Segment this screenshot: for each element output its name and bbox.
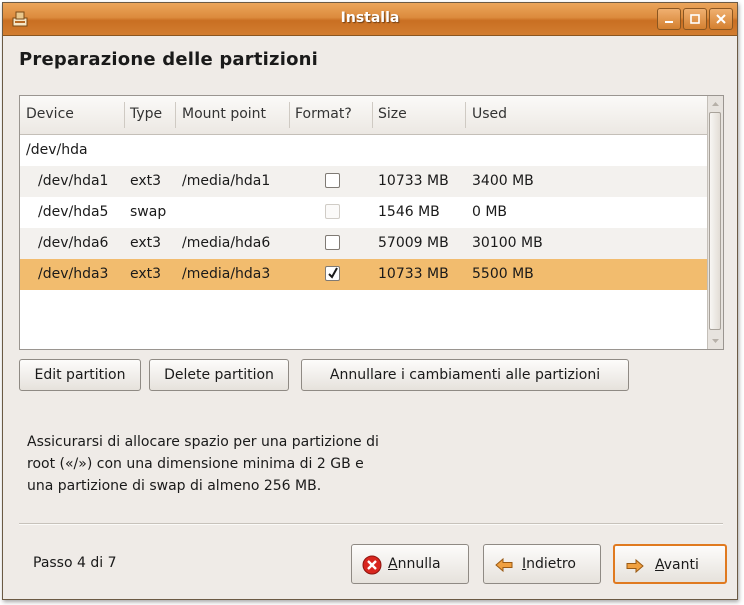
edit-partition-button[interactable]: Edit partition xyxy=(19,359,141,391)
cell-type: ext3 xyxy=(130,173,162,189)
cell-device: /dev/hda6 xyxy=(38,235,109,251)
cell-device: /dev/hda3 xyxy=(38,266,109,282)
close-icon xyxy=(716,14,726,24)
next-button[interactable]: Avanti xyxy=(613,544,727,584)
table-row[interactable]: /dev/hda6 ext3 /media/hda6 57009 MB 3010… xyxy=(20,228,710,259)
column-header-used[interactable]: Used xyxy=(472,106,507,122)
column-header-mount-point[interactable]: Mount point xyxy=(182,106,266,122)
note-line: una partizione di swap di almeno 256 MB. xyxy=(27,478,322,494)
column-header-size[interactable]: Size xyxy=(378,106,407,122)
page-title: Preparazione delle partizioni xyxy=(19,49,319,70)
cell-mount-point: /media/hda3 xyxy=(182,266,271,282)
note-line: root («/») con una dimensione minima di … xyxy=(27,456,364,472)
delete-partition-button[interactable]: Delete partition xyxy=(149,359,289,391)
cell-device: /dev/hda5 xyxy=(38,204,109,220)
arrow-right-icon xyxy=(625,556,645,576)
table-row-selected[interactable]: /dev/hda3 ext3 /media/hda3 10733 MB 5500… xyxy=(20,259,710,290)
cell-used: 3400 MB xyxy=(472,173,534,189)
table-row[interactable]: /dev/hda1 ext3 /media/hda1 10733 MB 3400… xyxy=(20,166,710,197)
cell-type: swap xyxy=(130,204,167,220)
cell-used: 30100 MB xyxy=(472,235,543,251)
table-row-disk[interactable]: /dev/hda xyxy=(20,135,710,166)
cancel-button-label: Annulla xyxy=(388,556,441,572)
divider xyxy=(19,523,723,525)
cell-mount-point: /media/hda1 xyxy=(182,173,271,189)
step-indicator: Passo 4 di 7 xyxy=(33,555,117,571)
cell-used: 0 MB xyxy=(472,204,508,220)
cell-type: ext3 xyxy=(130,266,162,282)
format-checkbox-checked[interactable] xyxy=(325,266,340,281)
cell-type: ext3 xyxy=(130,235,162,251)
cell-size: 57009 MB xyxy=(378,235,449,251)
installer-window: Installa Preparazione delle partizioni D… xyxy=(2,2,738,600)
format-checkbox[interactable] xyxy=(325,235,340,250)
note-line: Assicurarsi di allocare spazio per una p… xyxy=(27,434,379,450)
cell-device: /dev/hda1 xyxy=(38,173,109,189)
window-title: Installa xyxy=(340,10,400,26)
scrollbar-thumb[interactable] xyxy=(709,112,721,330)
cancel-circle-icon xyxy=(362,555,382,575)
minimize-icon xyxy=(665,21,673,23)
maximize-button[interactable] xyxy=(683,8,707,30)
cell-device: /dev/hda xyxy=(26,142,88,158)
back-button-label: Indietro xyxy=(522,556,576,572)
column-header-device[interactable]: Device xyxy=(26,106,74,122)
table-header: Device Type Mount point Format? Size Use… xyxy=(20,96,710,135)
root-swap-note: Assicurarsi di allocare spazio per una p… xyxy=(27,431,487,497)
scroll-down-arrow-icon[interactable] xyxy=(709,334,722,348)
close-button[interactable] xyxy=(709,8,733,30)
cell-size: 1546 MB xyxy=(378,204,440,220)
undo-partition-changes-button[interactable]: Annullare i cambiamenti alle partizioni xyxy=(301,359,629,391)
arrow-left-icon xyxy=(494,555,514,575)
title-bar[interactable]: Installa xyxy=(3,3,737,36)
column-header-format[interactable]: Format? xyxy=(295,106,352,122)
checkmark-icon xyxy=(328,267,338,279)
cell-size: 10733 MB xyxy=(378,173,449,189)
next-button-label: Avanti xyxy=(655,557,699,573)
column-header-type[interactable]: Type xyxy=(130,106,162,122)
scroll-up-arrow-icon[interactable] xyxy=(709,97,722,111)
back-button[interactable]: Indietro xyxy=(483,544,601,584)
partition-table: Device Type Mount point Format? Size Use… xyxy=(19,95,724,350)
format-checkbox-disabled xyxy=(325,204,340,219)
cell-used: 5500 MB xyxy=(472,266,534,282)
cell-size: 10733 MB xyxy=(378,266,449,282)
cancel-button[interactable]: Annulla xyxy=(351,544,469,584)
minimize-button[interactable] xyxy=(657,8,681,30)
vertical-scrollbar[interactable] xyxy=(707,96,723,349)
cell-mount-point: /media/hda6 xyxy=(182,235,271,251)
table-row[interactable]: /dev/hda5 swap 1546 MB 0 MB xyxy=(20,197,710,228)
format-checkbox[interactable] xyxy=(325,173,340,188)
maximize-icon xyxy=(690,14,700,24)
